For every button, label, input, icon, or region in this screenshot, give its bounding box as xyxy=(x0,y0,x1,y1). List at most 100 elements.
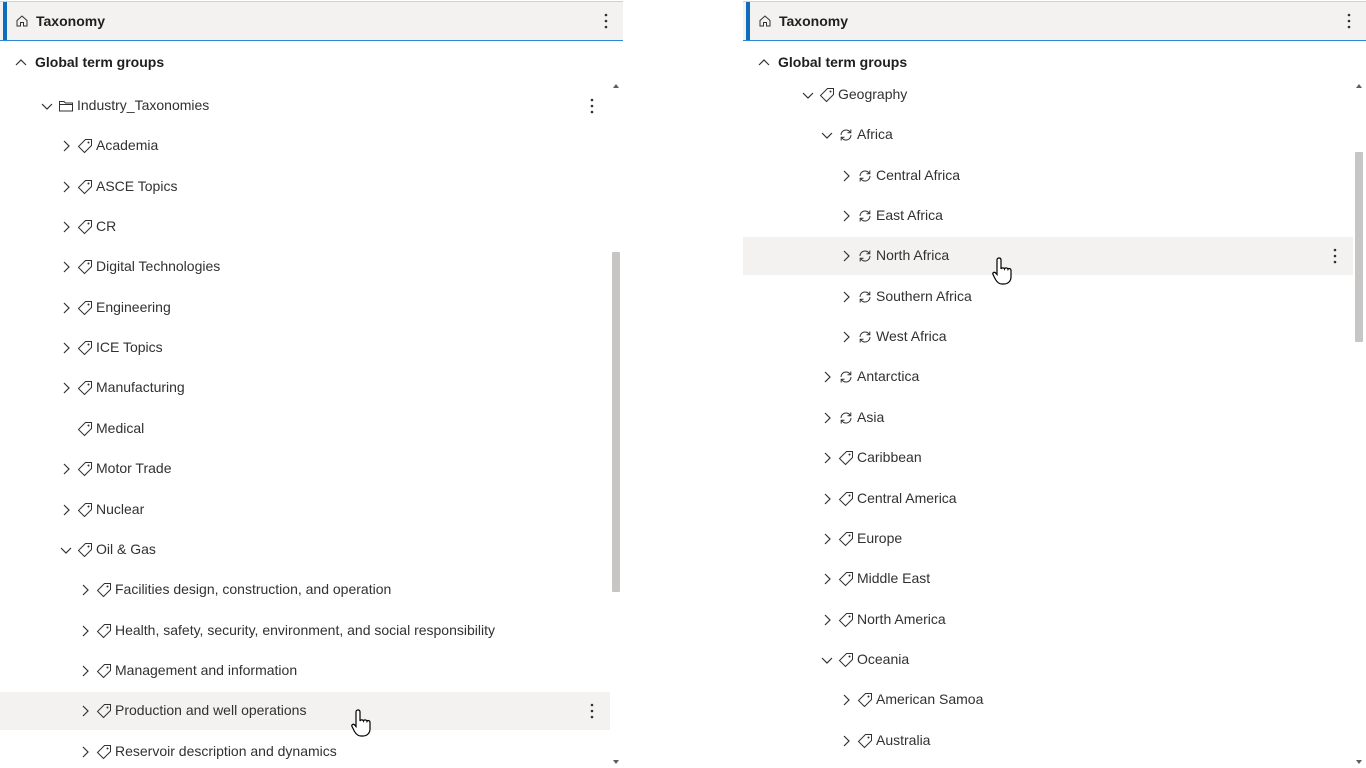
tree-item-label: Asia xyxy=(857,408,885,425)
scroll-down-icon[interactable] xyxy=(1355,758,1363,766)
tree-item-west-africa[interactable]: West Africa xyxy=(743,318,1353,356)
tree-item-label: Central Africa xyxy=(876,166,961,183)
tree-item-oil-gas[interactable]: Oil & Gas xyxy=(0,531,610,569)
chevron-right-icon[interactable] xyxy=(839,290,853,304)
scrollbar-thumb[interactable] xyxy=(1355,152,1363,342)
more-options-icon[interactable] xyxy=(587,700,597,722)
chevron-right-icon[interactable] xyxy=(820,532,834,546)
tree-item-north-america[interactable]: North America xyxy=(743,601,1353,639)
tree-item-asia[interactable]: Asia xyxy=(743,399,1353,437)
tag-icon xyxy=(77,259,93,275)
chevron-right-icon[interactable] xyxy=(78,624,92,638)
chevron-right-icon[interactable] xyxy=(820,492,834,506)
tree-item-manufacturing[interactable]: Manufacturing xyxy=(0,369,610,407)
chevron-right-icon[interactable] xyxy=(820,613,834,627)
tag-icon xyxy=(77,502,93,518)
chevron-right-icon[interactable] xyxy=(839,249,853,263)
more-options-icon[interactable] xyxy=(1344,10,1354,32)
tree-item-geography[interactable]: Geography xyxy=(743,76,1353,114)
tree-item-facilities-design-construction-and-operation[interactable]: Facilities design, construction, and ope… xyxy=(0,571,610,609)
tree-item-label: Manufacturing xyxy=(96,379,185,396)
more-options-icon[interactable] xyxy=(1330,245,1340,267)
tree-item-central-africa[interactable]: Central Africa xyxy=(743,157,1353,195)
tree-item-oceania[interactable]: Oceania xyxy=(743,641,1353,679)
tree-item-label: Digital Technologies xyxy=(96,258,221,275)
taxonomy-header[interactable]: Taxonomy xyxy=(0,1,623,41)
tag-icon xyxy=(96,582,112,598)
chevron-right-icon[interactable] xyxy=(59,260,73,274)
chevron-right-icon[interactable] xyxy=(59,341,73,355)
sync-icon xyxy=(857,289,873,305)
vertical-scrollbar[interactable] xyxy=(1353,80,1365,768)
chevron-down-icon[interactable] xyxy=(59,543,73,557)
chevron-right-icon[interactable] xyxy=(59,220,73,234)
scrollbar-thumb[interactable] xyxy=(612,252,620,592)
chevron-up-icon[interactable] xyxy=(14,55,28,69)
tag-icon xyxy=(77,219,93,235)
chevron-down-icon[interactable] xyxy=(801,88,815,102)
chevron-right-icon[interactable] xyxy=(78,664,92,678)
chevron-right-icon[interactable] xyxy=(839,734,853,748)
chevron-right-icon[interactable] xyxy=(78,704,92,718)
chevron-right-icon[interactable] xyxy=(78,745,92,759)
selected-indicator xyxy=(3,2,7,40)
tree-item-nuclear[interactable]: Nuclear xyxy=(0,491,610,529)
sync-icon xyxy=(838,410,854,426)
home-icon xyxy=(758,14,772,28)
tag-icon xyxy=(857,733,873,749)
tree-item-motor-trade[interactable]: Motor Trade xyxy=(0,450,610,488)
tree-item-caribbean[interactable]: Caribbean xyxy=(743,439,1353,477)
chevron-right-icon[interactable] xyxy=(59,462,73,476)
chevron-down-icon[interactable] xyxy=(820,653,834,667)
tree-item-asce-topics[interactable]: ASCE Topics xyxy=(0,168,610,206)
more-options-icon[interactable] xyxy=(587,95,597,117)
tree-item-ice-topics[interactable]: ICE Topics xyxy=(0,329,610,367)
taxonomy-header[interactable]: Taxonomy xyxy=(743,1,1366,41)
chevron-right-icon[interactable] xyxy=(820,370,834,384)
tree-item-label: Caribbean xyxy=(857,449,922,466)
chevron-right-icon[interactable] xyxy=(820,451,834,465)
scroll-up-icon[interactable] xyxy=(1355,82,1363,90)
chevron-right-icon[interactable] xyxy=(59,301,73,315)
tree-item-cr[interactable]: CR xyxy=(0,208,610,246)
vertical-scrollbar[interactable] xyxy=(610,80,622,768)
tree-item-australia[interactable]: Australia xyxy=(743,722,1353,760)
tree-item-central-america[interactable]: Central America xyxy=(743,480,1353,518)
tree-item-american-samoa[interactable]: American Samoa xyxy=(743,681,1353,719)
tree-item-east-africa[interactable]: East Africa xyxy=(743,197,1353,235)
tree-item-management-and-information[interactable]: Management and information xyxy=(0,652,610,690)
chevron-down-icon[interactable] xyxy=(40,99,54,113)
chevron-right-icon[interactable] xyxy=(59,139,73,153)
tree-item-europe[interactable]: Europe xyxy=(743,520,1353,558)
chevron-right-icon[interactable] xyxy=(59,381,73,395)
chevron-right-icon[interactable] xyxy=(78,583,92,597)
chevron-up-icon[interactable] xyxy=(757,55,771,69)
tree-item-production-and-well-operations[interactable]: Production and well operations xyxy=(0,692,610,731)
chevron-right-icon[interactable] xyxy=(820,411,834,425)
chevron-right-icon[interactable] xyxy=(839,693,853,707)
tree-item-middle-east[interactable]: Middle East xyxy=(743,560,1353,598)
tree-item-health-safety-security-environment-and-social-responsibility[interactable]: Health, safety, security, environment, a… xyxy=(0,612,610,650)
more-options-icon[interactable] xyxy=(601,10,611,32)
chevron-right-icon[interactable] xyxy=(59,180,73,194)
sync-icon xyxy=(857,248,873,264)
scroll-down-icon[interactable] xyxy=(612,758,620,766)
tree-item-medical[interactable]: Medical xyxy=(0,410,610,448)
chevron-right-icon[interactable] xyxy=(839,169,853,183)
tree-item-digital-technologies[interactable]: Digital Technologies xyxy=(0,248,610,286)
tag-icon xyxy=(838,652,854,668)
chevron-right-icon[interactable] xyxy=(820,572,834,586)
tree-item-antarctica[interactable]: Antarctica xyxy=(743,358,1353,396)
scroll-up-icon[interactable] xyxy=(612,82,620,90)
tree-item-reservoir-description-and-dynamics[interactable]: Reservoir description and dynamics xyxy=(0,733,610,768)
chevron-right-icon[interactable] xyxy=(59,503,73,517)
tree-item-north-africa[interactable]: North Africa xyxy=(743,237,1353,276)
chevron-right-icon[interactable] xyxy=(839,209,853,223)
tree-item-industry-taxonomies[interactable]: Industry_Taxonomies xyxy=(0,87,610,125)
tree-item-engineering[interactable]: Engineering xyxy=(0,289,610,327)
tree-item-southern-africa[interactable]: Southern Africa xyxy=(743,278,1353,316)
chevron-right-icon[interactable] xyxy=(839,330,853,344)
tree-item-africa[interactable]: Africa xyxy=(743,116,1353,154)
chevron-down-icon[interactable] xyxy=(820,128,834,142)
tree-item-academia[interactable]: Academia xyxy=(0,127,610,165)
